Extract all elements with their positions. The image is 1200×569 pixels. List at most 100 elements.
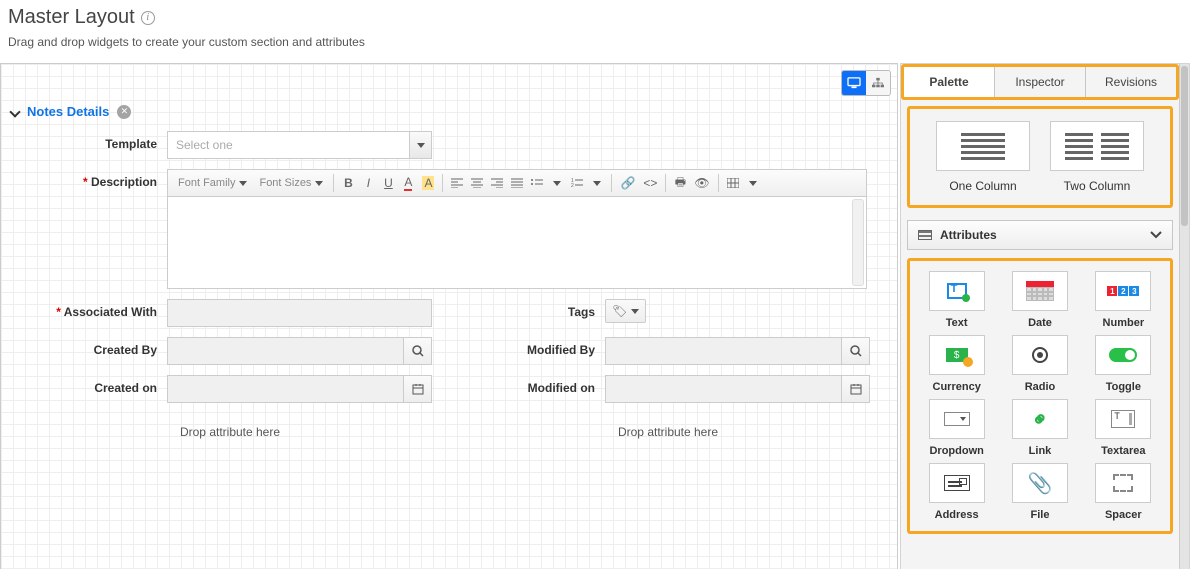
page-title: Master Layout i bbox=[8, 6, 1192, 29]
modified-on-calendar-button[interactable] bbox=[842, 375, 870, 403]
calendar-icon bbox=[1026, 281, 1054, 301]
page-subtitle: Drag and drop widgets to create your cus… bbox=[8, 35, 1192, 49]
attr-link[interactable]: ⚭Link bbox=[1001, 399, 1078, 457]
dropdown-icon bbox=[944, 412, 970, 426]
rte-textcolor[interactable]: A bbox=[398, 173, 418, 193]
section-notes-details: Notes Details ✕ Template Select one Desc… bbox=[1, 64, 897, 461]
attributes-icon bbox=[918, 230, 932, 240]
chevron-down-icon bbox=[1150, 231, 1162, 239]
rte-bullet-list[interactable] bbox=[527, 173, 547, 193]
attr-number[interactable]: 123Number bbox=[1085, 271, 1162, 329]
associated-with-input[interactable] bbox=[167, 299, 432, 327]
layout-label: One Column bbox=[933, 179, 1033, 193]
section-remove-button[interactable]: ✕ bbox=[117, 105, 131, 119]
attr-text[interactable]: Text bbox=[918, 271, 995, 329]
rte-preview[interactable]: 👁 bbox=[690, 173, 713, 193]
rte-link[interactable]: 🔗 bbox=[616, 173, 639, 193]
tab-palette[interactable]: Palette bbox=[904, 67, 995, 97]
template-select[interactable]: Select one bbox=[167, 131, 432, 159]
canvas-area[interactable]: Notes Details ✕ Template Select one Desc… bbox=[0, 63, 898, 569]
rte-align-justify[interactable] bbox=[507, 173, 527, 193]
spacer-icon bbox=[1113, 474, 1133, 492]
desktop-view-button[interactable] bbox=[842, 71, 866, 95]
attr-address[interactable]: Address bbox=[918, 463, 995, 521]
created-by-search-button[interactable] bbox=[404, 337, 432, 365]
description-rte: Font Family Font Sizes B I U A A bbox=[167, 169, 867, 289]
attr-toggle[interactable]: Toggle bbox=[1085, 335, 1162, 393]
rte-table[interactable] bbox=[723, 173, 743, 193]
monitor-icon bbox=[847, 77, 861, 89]
caret-down-icon bbox=[417, 143, 425, 148]
rte-align-right[interactable] bbox=[487, 173, 507, 193]
caret-down-icon bbox=[631, 309, 639, 314]
rte-print[interactable]: 🖶 bbox=[670, 173, 690, 193]
layouts-group: One Column Two Column bbox=[907, 106, 1173, 208]
rte-font-size[interactable]: Font Sizes bbox=[253, 177, 329, 189]
drop-zone[interactable]: Drop attribute here bbox=[449, 413, 887, 451]
rte-table-caret[interactable] bbox=[743, 173, 763, 193]
link-icon: ⚭ bbox=[1025, 404, 1055, 434]
rte-bgcolor[interactable]: A bbox=[418, 173, 438, 193]
modified-by-label: Modified By bbox=[449, 337, 605, 357]
rte-code[interactable]: <> bbox=[639, 173, 661, 193]
tree-view-button[interactable] bbox=[866, 71, 890, 95]
created-by-input[interactable] bbox=[167, 337, 404, 365]
attr-textarea[interactable]: Textarea bbox=[1085, 399, 1162, 457]
layout-label: Two Column bbox=[1047, 179, 1147, 193]
modified-by-search-button[interactable] bbox=[842, 337, 870, 365]
template-select-value: Select one bbox=[167, 131, 410, 159]
panel-tabs: Palette Inspector Revisions bbox=[901, 64, 1179, 100]
attr-radio[interactable]: Radio bbox=[1001, 335, 1078, 393]
created-by-label: Created By bbox=[11, 337, 167, 357]
attributes-title: Attributes bbox=[940, 228, 997, 242]
right-panel-scrollbar[interactable] bbox=[1179, 64, 1189, 569]
modified-by-input[interactable] bbox=[605, 337, 842, 365]
layout-one-column[interactable]: One Column bbox=[933, 121, 1033, 193]
attr-currency[interactable]: $Currency bbox=[918, 335, 995, 393]
rte-italic[interactable]: I bbox=[358, 173, 378, 193]
chevron-down-icon bbox=[9, 106, 20, 117]
created-on-calendar-button[interactable] bbox=[404, 375, 432, 403]
page-title-text: Master Layout bbox=[8, 6, 135, 29]
attr-date[interactable]: Date bbox=[1001, 271, 1078, 329]
rte-textarea[interactable] bbox=[167, 197, 867, 289]
svg-text:2: 2 bbox=[571, 183, 574, 188]
drop-zone[interactable]: Drop attribute here bbox=[11, 413, 449, 451]
template-label: Template bbox=[11, 131, 167, 151]
template-select-toggle[interactable] bbox=[410, 131, 432, 159]
rte-align-center[interactable] bbox=[467, 173, 487, 193]
textarea-icon bbox=[1111, 410, 1135, 428]
info-icon[interactable]: i bbox=[141, 11, 155, 25]
tag-icon: 🏷 bbox=[612, 304, 627, 318]
attr-dropdown[interactable]: Dropdown bbox=[918, 399, 995, 457]
number-icon: 123 bbox=[1107, 286, 1139, 296]
layout-two-column[interactable]: Two Column bbox=[1047, 121, 1147, 193]
modified-on-input[interactable] bbox=[605, 375, 842, 403]
rte-number-caret[interactable] bbox=[587, 173, 607, 193]
rte-bullet-caret[interactable] bbox=[547, 173, 567, 193]
created-on-input[interactable] bbox=[167, 375, 404, 403]
tab-inspector[interactable]: Inspector bbox=[995, 67, 1086, 97]
rte-align-left[interactable] bbox=[447, 173, 467, 193]
created-on-label: Created on bbox=[11, 375, 167, 395]
attr-file[interactable]: 📎File bbox=[1001, 463, 1078, 521]
rte-toolbar: Font Family Font Sizes B I U A A bbox=[167, 169, 867, 197]
currency-icon: $ bbox=[946, 348, 968, 362]
rte-underline[interactable]: U bbox=[378, 173, 398, 193]
paperclip-icon: 📎 bbox=[1028, 471, 1053, 496]
tab-revisions[interactable]: Revisions bbox=[1086, 67, 1176, 97]
toggle-icon bbox=[1109, 348, 1137, 362]
tags-label: Tags bbox=[449, 299, 605, 319]
right-panel: Palette Inspector Revisions One Column T… bbox=[900, 63, 1190, 569]
rte-bold[interactable]: B bbox=[338, 173, 358, 193]
attributes-accordion-header[interactable]: Attributes bbox=[907, 220, 1173, 250]
rte-number-list[interactable]: 12 bbox=[567, 173, 587, 193]
section-header[interactable]: Notes Details ✕ bbox=[11, 104, 887, 119]
section-title: Notes Details bbox=[27, 104, 109, 119]
calendar-icon bbox=[412, 383, 424, 395]
search-icon bbox=[412, 345, 424, 357]
associated-with-label: Associated With bbox=[11, 299, 167, 319]
rte-font-family[interactable]: Font Family bbox=[172, 177, 253, 189]
tags-control[interactable]: 🏷 bbox=[605, 299, 646, 323]
attr-spacer[interactable]: Spacer bbox=[1085, 463, 1162, 521]
